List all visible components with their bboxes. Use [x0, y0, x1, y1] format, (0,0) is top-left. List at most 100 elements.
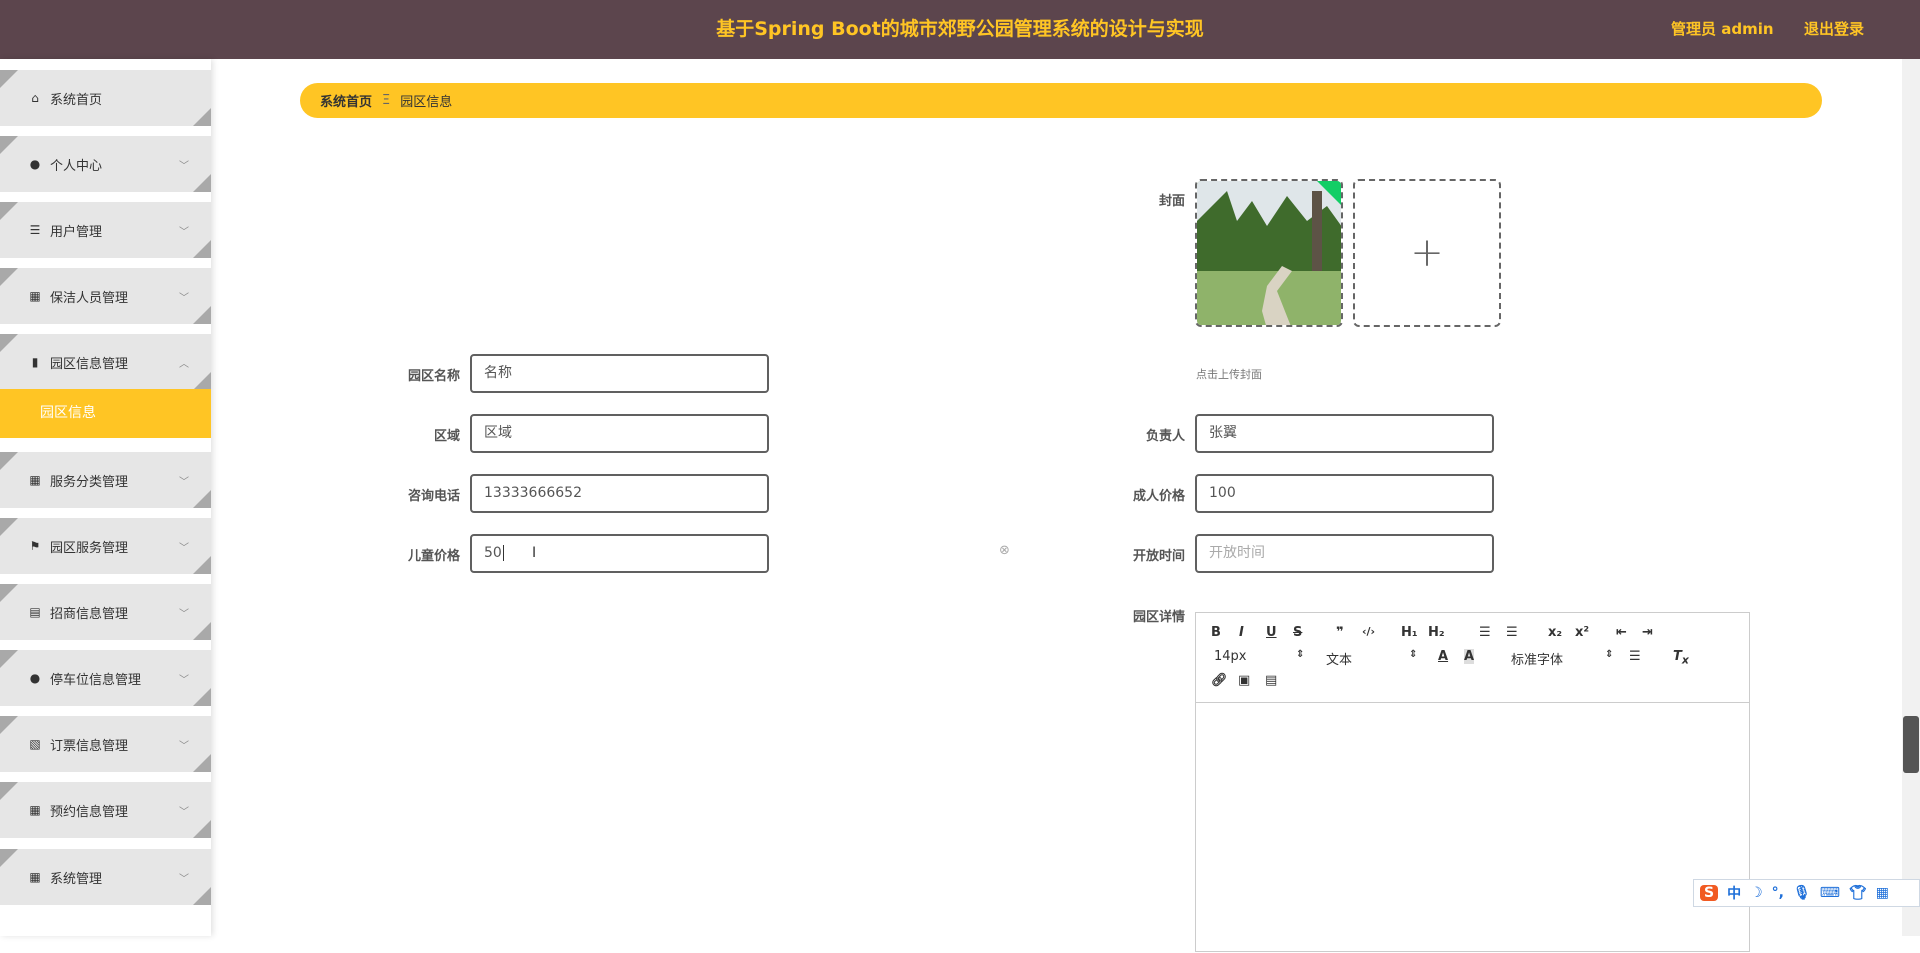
size-select-arrows-icon: ⇕ [1296, 649, 1305, 660]
plus-icon: + [1410, 230, 1444, 276]
sidebar-item[interactable]: ● 停车位信息管理 ﹀ [0, 650, 211, 706]
sidebar-item-label: 服务分类管理 [50, 474, 129, 490]
ime-lang[interactable]: 中 [1727, 883, 1741, 903]
sidebar-item[interactable]: ⚑ 园区服务管理 ﹀ [0, 518, 211, 574]
chevron-down-icon: ﹀ [179, 542, 189, 554]
rich-text-editor: B I U S ❞ ‹/› H₁ H₂ ☰ ☰ x₂ x² ⇤ ⇥ 14px ⇕… [1195, 612, 1750, 952]
underline-icon[interactable]: U [1266, 625, 1277, 640]
clear-format-icon[interactable]: Tx [1673, 649, 1689, 667]
chevron-down-icon: ﹀ [179, 740, 189, 752]
logout-link[interactable]: 退出登录 [1804, 0, 1864, 59]
editor-content[interactable] [1196, 703, 1749, 953]
italic-icon[interactable]: I [1239, 625, 1244, 640]
sidebar-item-label: 用户管理 [50, 224, 103, 240]
sidebar-item[interactable]: ▧ 订票信息管理 ﹀ [0, 716, 211, 772]
sidebar-item[interactable]: ● 个人中心 ﹀ [0, 136, 211, 192]
bar-chart-icon: ▮ [31, 355, 39, 369]
flag-icon: ⚑ [29, 539, 41, 553]
sidebar: ⌂ 系统首页 ● 个人中心 ﹀ ☰ 用户管理 ﹀ ▦ 保洁人员管理 ﹀ ▮ 园区信息管理 ︿ ▦ 服务分类管理… [0, 59, 211, 936]
sidebar-subitem-park-info[interactable]: 园区信息 [0, 389, 211, 438]
moon-icon[interactable]: ☽ [1750, 885, 1763, 901]
sidebar-item[interactable]: ▮ 园区信息管理 ︿ [0, 334, 211, 390]
page-scrollbar[interactable] [1902, 59, 1920, 936]
grid-icon: ▦ [29, 289, 41, 303]
user-label: 管理员 admin [1671, 20, 1774, 38]
region-input[interactable]: 区域 [470, 414, 769, 453]
chevron-down-icon: ﹀ [179, 674, 189, 686]
name-input[interactable]: 名称 [470, 354, 769, 393]
sidebar-item[interactable]: ▦ 预约信息管理 ﹀ [0, 782, 211, 838]
manager-input[interactable]: 张翼 [1195, 414, 1494, 453]
font-select-arrows-icon: ⇕ [1605, 649, 1614, 660]
chevron-down-icon: ﹀ [179, 873, 189, 885]
sidebar-item[interactable]: ▦ 系统管理 ﹀ [0, 849, 211, 905]
home-icon: ⌂ [31, 91, 39, 105]
background-color-icon[interactable]: A [1464, 649, 1475, 664]
sidebar-item-label: 个人中心 [50, 158, 103, 174]
breadcrumb-home[interactable]: 系统首页 [320, 91, 372, 110]
font-select[interactable]: 标准字体 [1511, 649, 1563, 668]
h2-icon[interactable]: H₂ [1428, 625, 1445, 640]
upload-cover-button[interactable]: + [1353, 179, 1501, 327]
sidebar-item[interactable]: ▤ 招商信息管理 ﹀ [0, 584, 211, 640]
open-time-input[interactable]: 开放时间 [1195, 534, 1494, 573]
scrollbar-thumb[interactable] [1903, 716, 1919, 773]
shirt-icon[interactable]: 👕︎ [1849, 885, 1867, 901]
link-icon[interactable]: 🔗︎ [1211, 673, 1228, 688]
grid-icon: ▦ [29, 803, 41, 817]
image-icon[interactable]: ▣ [1238, 673, 1250, 688]
sidebar-item-label: 停车位信息管理 [50, 672, 142, 688]
phone-input[interactable]: 13333666652 [470, 474, 769, 513]
video-icon[interactable]: ▤ [1265, 673, 1277, 688]
chevron-down-icon: ﹀ [179, 160, 189, 172]
clipboard-x-icon: ▧ [29, 737, 41, 751]
sidebar-item-label: 保洁人员管理 [50, 290, 129, 306]
quote-icon[interactable]: ❞ [1336, 625, 1344, 640]
adult-price-input[interactable]: 100 [1195, 474, 1494, 513]
ime-toolbar: S 中 ☽ °, 🎙︎ ⌨ 👕︎ ▦ [1693, 879, 1920, 907]
phone-label: 咨询电话 [407, 489, 460, 504]
adult-price-label: 成人价格 [1132, 489, 1185, 504]
cover-image-preview[interactable] [1195, 179, 1343, 327]
align-icon[interactable]: ☰ [1629, 649, 1641, 664]
outdent-icon[interactable]: ⇤ [1616, 625, 1627, 640]
sidebar-item[interactable]: ☰ 用户管理 ﹀ [0, 202, 211, 258]
size-select[interactable]: 14px [1214, 649, 1247, 664]
clear-icon[interactable]: ⊗ [999, 543, 1010, 558]
sogou-logo-icon: S [1700, 885, 1719, 901]
mic-icon[interactable]: 🎙︎ [1793, 885, 1811, 901]
sidebar-item[interactable]: ⌂ 系统首页 [0, 70, 211, 126]
font-color-icon[interactable]: A [1438, 649, 1448, 664]
bullet-list-icon[interactable]: ☰ [1506, 625, 1518, 640]
apps-icon[interactable]: ▦ [1876, 885, 1889, 901]
sidebar-item[interactable]: ▦ 服务分类管理 ﹀ [0, 452, 211, 508]
chevron-up-icon: ︿ [179, 358, 189, 370]
punctuation-icon[interactable]: °, [1772, 885, 1784, 901]
h1-icon[interactable]: H₁ [1401, 625, 1418, 640]
strike-icon[interactable]: S [1293, 625, 1302, 640]
app-title: 基于Spring Boot的城市郊野公园管理系统的设计与实现 [716, 18, 1204, 40]
code-icon[interactable]: ‹/› [1362, 625, 1375, 638]
top-header: 基于Spring Boot的城市郊野公园管理系统的设计与实现 管理员 admin… [0, 0, 1920, 59]
name-label: 园区名称 [407, 369, 460, 384]
editor-toolbar: B I U S ❞ ‹/› H₁ H₂ ☰ ☰ x₂ x² ⇤ ⇥ 14px ⇕… [1196, 613, 1749, 703]
superscript-icon[interactable]: x² [1575, 625, 1589, 640]
list-icon: ☰ [29, 223, 41, 237]
park-path-image [1197, 181, 1341, 325]
sidebar-item-label: 系统首页 [50, 92, 103, 108]
grid-icon: ▦ [29, 473, 41, 487]
keyboard-icon[interactable]: ⌨ [1820, 885, 1840, 901]
sidebar-item[interactable]: ▦ 保洁人员管理 ﹀ [0, 268, 211, 324]
child-price-input[interactable]: 50 I [470, 534, 769, 573]
subscript-icon[interactable]: x₂ [1548, 625, 1562, 640]
ordered-list-icon[interactable]: ☰ [1479, 625, 1491, 640]
format-select[interactable]: 文本 [1326, 649, 1352, 668]
region-label: 区域 [433, 429, 460, 444]
chevron-down-icon: ﹀ [179, 806, 189, 818]
child-price-value: 50 [484, 545, 502, 561]
chevron-down-icon: ﹀ [179, 476, 189, 488]
cover-hint: 点击上传封面 [1196, 368, 1262, 381]
indent-icon[interactable]: ⇥ [1642, 625, 1653, 640]
sidebar-item-label: 预约信息管理 [50, 804, 129, 820]
bold-icon[interactable]: B [1211, 625, 1221, 640]
